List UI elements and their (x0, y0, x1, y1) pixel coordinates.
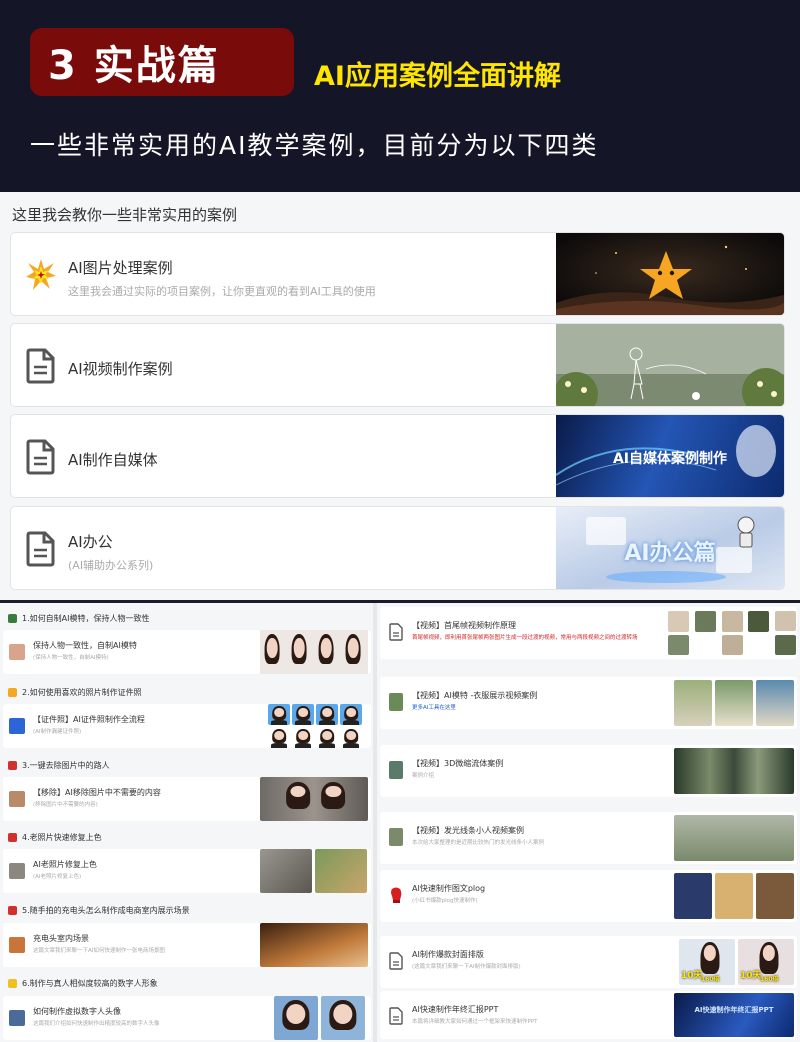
case-thumbnail (260, 849, 368, 893)
case-thumbnail (274, 996, 368, 1040)
chapter-subtitle: AI应用案例全面讲解 (314, 61, 561, 92)
category-thumbnail-star (556, 233, 784, 315)
explosion-icon (26, 259, 56, 290)
case-thumbnail (674, 680, 794, 726)
section-title-1: 1.如何自制AI模特，保持人物一致性 (8, 613, 149, 624)
case-thumbnail (260, 630, 368, 674)
case-thumbnail (674, 815, 794, 861)
warning-icon (8, 979, 17, 988)
pin-icon (8, 761, 17, 770)
thumbnail-caption: AI办公篇 (624, 541, 716, 566)
pin-icon (8, 906, 17, 915)
document-icon (26, 531, 55, 567)
chapter-description: 一些非常实用的AI教学案例，目前分为以下四类 (30, 131, 599, 160)
photo-icon (9, 791, 25, 807)
chapter-badge: 3 实战篇 (30, 28, 294, 96)
category-card-image[interactable]: AI图片处理案例 这里我会通过实际的项目案例，让你更直观的看到AI工具的使用 (10, 232, 785, 316)
case-thumbnail (260, 777, 368, 821)
section-title-2: 2.如何使用喜欢的照片制作证件照 (8, 687, 142, 698)
category-desc: (AI辅助办公系列) (68, 559, 154, 572)
document-icon (26, 439, 55, 475)
intro-text: 这里我会教你一些非常实用的案例 (12, 206, 238, 224)
case-thumbnail: 10天 160倍 10天 160倍 (679, 939, 794, 985)
category-thumbnail-office: AI办公篇 (556, 507, 784, 589)
case-card-ai-model-video[interactable]: 【视频】AI模特 -衣服展示视频案例 更多AI工具在这里 (380, 677, 797, 729)
section-title-3: 3.一键去除图片中的路人 (8, 760, 110, 771)
left-case-list: 1.如何自制AI模特，保持人物一致性 保持人物一致性，自制AI模特 (保持人物一… (0, 603, 373, 1042)
category-title: AI制作自媒体 (68, 451, 158, 469)
section-title-5: 5.随手拍的充电头怎么制作成电商室内展示场景 (8, 905, 190, 916)
thumbnail-caption: AI自媒体案例制作 (612, 451, 728, 467)
category-thumbnail-media: AI自媒体案例制作 (556, 415, 784, 497)
document-icon (389, 623, 403, 641)
case-card-cover-layout[interactable]: AI制作爆款封面排版 (这篇文章我们来聊一下AI制作爆款封面排版) 10天 16… (380, 936, 797, 988)
explosion-icon (8, 688, 17, 697)
pin-icon (8, 833, 17, 842)
id-photo-icon (9, 718, 25, 734)
category-title: AI办公 (68, 533, 113, 551)
case-thumbnail (268, 704, 368, 748)
photo-icon (9, 863, 25, 879)
header-banner: 3 实战篇 AI应用案例全面讲解 一些非常实用的AI教学案例，目前分为以下四类 (0, 0, 800, 192)
case-card-plog[interactable]: AI快速制作图文plog (小红书爆款plog快速制作) (380, 870, 797, 922)
category-panel: 这里我会教你一些非常实用的案例 AI图片处理案例 这里我会通过实际的项目案例，让… (0, 192, 800, 600)
case-card-glow-lines[interactable]: 【视频】发光线条小人视频案例 本次给大家整理的是近期比较热门的发光线条小人案例 (380, 812, 797, 864)
document-icon (26, 348, 55, 384)
category-card-office[interactable]: AI办公 (AI辅助办公系列) AI办公篇 (10, 506, 785, 590)
section-title-6: 6.制作与真人相似度较高的数字人形象 (8, 978, 158, 989)
image-icon (8, 614, 17, 623)
avatar-icon (9, 644, 25, 660)
case-card-old-photo[interactable]: AI老照片修复上色 (AI老照片修复上色) (3, 849, 371, 893)
category-card-video[interactable]: AI视频制作案例 (10, 323, 785, 407)
category-thumbnail-garden (556, 324, 784, 406)
case-card-3d-fluid[interactable]: 【视频】3D微缩流体案例 案例介绍 (380, 745, 797, 797)
photo-icon (9, 937, 25, 953)
case-card-remove[interactable]: 【移除】AI移除图片中不需要的内容 (移除图片中不需要的内容) (3, 777, 371, 821)
boxing-glove-icon (391, 887, 402, 903)
image-icon (389, 761, 403, 779)
avatar-icon (9, 1010, 25, 1026)
right-case-list: 【视频】首尾帧视频制作原理 首尾帧视频，即利用首张尾帧两张图片生成一段过渡的视频… (377, 603, 800, 1042)
category-desc: 这里我会通过实际的项目案例，让你更直观的看到AI工具的使用 (68, 285, 376, 298)
case-card-id-photo[interactable]: 【证件照】AI证件照制作全流程 (AI制作漏建证件照) (3, 704, 371, 748)
case-card-charger[interactable]: 充电头室内场景 这篇文章我们来聊一下AI如何快速制作一张电商场景图 (3, 923, 371, 967)
case-card-digital-human[interactable]: 如何制作虚拟数字人头像 这篇我们介绍如何快速制作出精度较高的数字人头像 (3, 996, 371, 1040)
case-card-ai-model[interactable]: 保持人物一致性，自制AI模特 (保持人物一致性，自制AI模特) (3, 630, 371, 674)
category-card-media[interactable]: AI制作自媒体 AI自媒体案例制作 (10, 414, 785, 498)
image-icon (389, 693, 403, 711)
document-icon (389, 952, 403, 970)
case-thumbnail (260, 923, 368, 967)
case-thumbnail: AI快速制作年终汇报PPT (674, 993, 794, 1037)
document-icon (389, 1007, 403, 1025)
case-thumbnail (668, 611, 796, 655)
case-thumbnail (674, 748, 794, 794)
image-icon (389, 828, 403, 846)
case-thumbnail (674, 873, 794, 919)
category-title: AI视频制作案例 (68, 360, 173, 378)
case-card-ppt[interactable]: AI快速制作年终汇报PPT 本篇将详细教大家如何通过一个框架来快速制作PPT A… (380, 991, 797, 1039)
category-title: AI图片处理案例 (68, 259, 173, 277)
section-title-4: 4.老照片快速修复上色 (8, 832, 102, 843)
